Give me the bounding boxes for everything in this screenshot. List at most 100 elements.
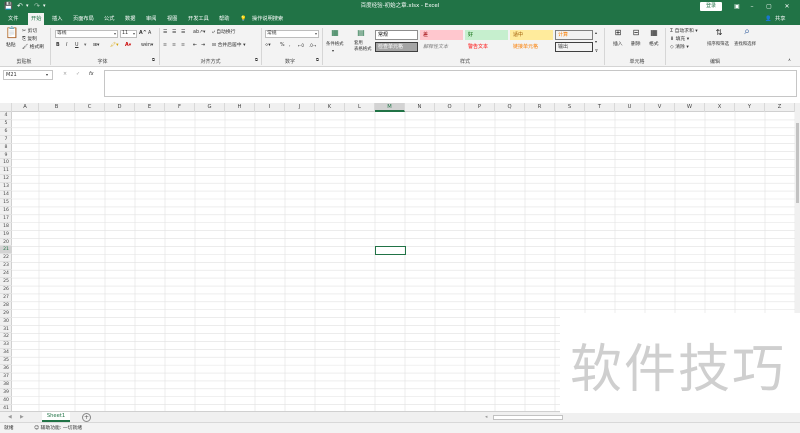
row-header[interactable]: 15 bbox=[0, 199, 12, 207]
tab-help[interactable]: 帮助 bbox=[219, 13, 229, 25]
find-select-icon[interactable]: ⌕ bbox=[740, 27, 754, 41]
accessibility-status[interactable]: ☺ 辅助功能: 一切就绪 bbox=[34, 425, 82, 432]
tab-home[interactable]: 开始 bbox=[28, 13, 45, 25]
wrap-text-button[interactable]: ⤶ 自动换行 bbox=[212, 29, 235, 36]
increase-indent-icon[interactable]: ⇥ bbox=[201, 42, 205, 49]
column-header-x[interactable]: X bbox=[705, 103, 735, 112]
tab-formulas[interactable]: 公式 bbox=[104, 13, 114, 25]
conditional-format-button[interactable]: 条件格式 bbox=[326, 41, 344, 48]
comma-button[interactable]: , bbox=[289, 42, 291, 49]
column-header-b[interactable]: B bbox=[39, 103, 75, 112]
login-button[interactable]: 登录 bbox=[700, 2, 722, 11]
cell-style-6[interactable]: 检查单元格 bbox=[375, 42, 418, 52]
row-header[interactable]: 38 bbox=[0, 381, 12, 389]
row-header[interactable]: 35 bbox=[0, 357, 12, 366]
row-header[interactable]: 29 bbox=[0, 310, 12, 318]
column-header-w[interactable]: W bbox=[675, 103, 705, 112]
grow-font-button[interactable]: A^ bbox=[139, 30, 147, 37]
number-format-combo[interactable]: 常规 ▾ bbox=[265, 30, 319, 38]
row-header[interactable]: 32 bbox=[0, 333, 12, 342]
cell-style-8[interactable]: 警告文本 bbox=[465, 42, 508, 52]
align-middle-icon[interactable]: ☰ bbox=[172, 29, 176, 36]
minimize-icon[interactable]: – bbox=[745, 0, 759, 13]
cell-style-1[interactable]: 常规 bbox=[375, 30, 418, 40]
merge-center-button[interactable]: ⊟ 合并后居中 ▾ bbox=[212, 42, 246, 49]
name-box-dropdown-icon[interactable]: ▾ bbox=[46, 71, 48, 78]
align-top-icon[interactable]: ☰ bbox=[163, 29, 167, 36]
ribbon-display-icon[interactable]: ▣ bbox=[730, 0, 744, 13]
tab-file[interactable]: 文件 bbox=[8, 13, 18, 25]
column-header-l[interactable]: L bbox=[345, 103, 375, 112]
column-header-z[interactable]: Z bbox=[765, 103, 795, 112]
font-size-combo[interactable]: 11 ▾ bbox=[120, 30, 137, 38]
column-header-t[interactable]: T bbox=[585, 103, 615, 112]
bold-button[interactable]: B bbox=[56, 42, 60, 49]
gallery-more-icon[interactable]: ⊽ bbox=[595, 47, 598, 54]
align-center-icon[interactable]: ≡ bbox=[172, 42, 176, 49]
fill-color-icon[interactable]: 🖍▾ bbox=[110, 42, 119, 49]
row-header[interactable]: 9 bbox=[0, 152, 12, 160]
tab-insert[interactable]: 插入 bbox=[52, 13, 62, 25]
decrease-decimal-icon[interactable]: .0→ bbox=[309, 42, 316, 49]
row-header[interactable]: 19 bbox=[0, 231, 12, 239]
format-cells-icon[interactable]: ▦ bbox=[648, 28, 660, 40]
collapse-ribbon-icon[interactable]: ∧ bbox=[788, 56, 791, 63]
format-as-table-icon[interactable]: ▤ bbox=[354, 28, 368, 40]
delete-cells-icon[interactable]: ⊟ bbox=[630, 28, 642, 40]
share-button[interactable]: 共享 bbox=[775, 13, 785, 25]
font-color-icon[interactable]: A▾ bbox=[125, 42, 131, 49]
row-header[interactable]: 20 bbox=[0, 239, 12, 247]
column-header-q[interactable]: Q bbox=[495, 103, 525, 112]
paste-label[interactable]: 粘贴 bbox=[6, 42, 16, 49]
row-header[interactable]: 18 bbox=[0, 223, 12, 231]
column-header-e[interactable]: E bbox=[135, 103, 165, 112]
cell-style-3[interactable]: 好 bbox=[465, 30, 508, 40]
tab-review[interactable]: 审阅 bbox=[146, 13, 156, 25]
row-header[interactable]: 16 bbox=[0, 207, 12, 215]
column-header-y[interactable]: Y bbox=[735, 103, 765, 112]
conditional-format-icon[interactable]: ▦ bbox=[328, 28, 342, 40]
row-header[interactable]: 10 bbox=[0, 159, 12, 168]
column-header-u[interactable]: U bbox=[615, 103, 645, 112]
font-name-combo[interactable]: 等线 ▾ bbox=[55, 30, 118, 38]
column-header-m[interactable]: M bbox=[375, 103, 405, 112]
row-header[interactable]: 8 bbox=[0, 144, 12, 152]
align-right-icon[interactable]: ≡ bbox=[181, 42, 185, 49]
row-header[interactable]: 4 bbox=[0, 112, 12, 120]
cell-style-9[interactable]: 链接单元格 bbox=[510, 42, 553, 52]
column-header-i[interactable]: I bbox=[255, 103, 285, 112]
share-icon[interactable]: 👤 bbox=[765, 13, 771, 25]
column-header-j[interactable]: J bbox=[285, 103, 315, 112]
column-header-d[interactable]: D bbox=[105, 103, 135, 112]
column-header-r[interactable]: R bbox=[525, 103, 555, 112]
row-header[interactable]: 34 bbox=[0, 349, 12, 358]
row-header[interactable]: 37 bbox=[0, 373, 12, 381]
underline-dropdown-icon[interactable]: ▾ bbox=[84, 42, 86, 49]
currency-icon[interactable]: 🝔▾ bbox=[265, 42, 271, 49]
row-header[interactable]: 12 bbox=[0, 175, 12, 184]
fill-button[interactable]: ⬇ 填充 ▾ bbox=[670, 36, 689, 43]
row-header[interactable]: 39 bbox=[0, 389, 12, 397]
select-all-corner[interactable] bbox=[0, 103, 12, 112]
clear-button[interactable]: ◇ 清除 ▾ bbox=[670, 44, 689, 51]
row-header[interactable]: 23 bbox=[0, 262, 12, 271]
tab-data[interactable]: 数据 bbox=[125, 13, 135, 25]
alignment-dialog-launcher-icon[interactable]: ⧉ bbox=[255, 56, 258, 63]
border-icon[interactable]: ⊞▾ bbox=[93, 42, 99, 49]
column-header-v[interactable]: V bbox=[645, 103, 675, 112]
maximize-icon[interactable]: ▢ bbox=[762, 0, 776, 13]
enter-formula-icon[interactable]: ✓ bbox=[76, 71, 80, 78]
cut-button[interactable]: ✂ 剪切 bbox=[22, 28, 37, 35]
cell-style-2[interactable]: 差 bbox=[420, 30, 463, 40]
insert-cells-icon[interactable]: ⊞ bbox=[612, 28, 624, 40]
sort-filter-button[interactable]: 排序和筛选 bbox=[707, 41, 729, 48]
row-header[interactable]: 17 bbox=[0, 215, 12, 223]
orientation-icon[interactable]: ab↗▾ bbox=[193, 29, 205, 36]
font-dialog-launcher-icon[interactable]: ⧉ bbox=[152, 56, 155, 63]
row-header[interactable]: 6 bbox=[0, 128, 12, 136]
copy-button[interactable]: ⎘ 复制 bbox=[22, 36, 37, 43]
formula-input[interactable] bbox=[104, 70, 797, 97]
row-header[interactable]: 27 bbox=[0, 294, 12, 302]
shrink-font-button[interactable]: A bbox=[148, 30, 151, 37]
cell-style-4[interactable]: 适中 bbox=[510, 30, 553, 40]
